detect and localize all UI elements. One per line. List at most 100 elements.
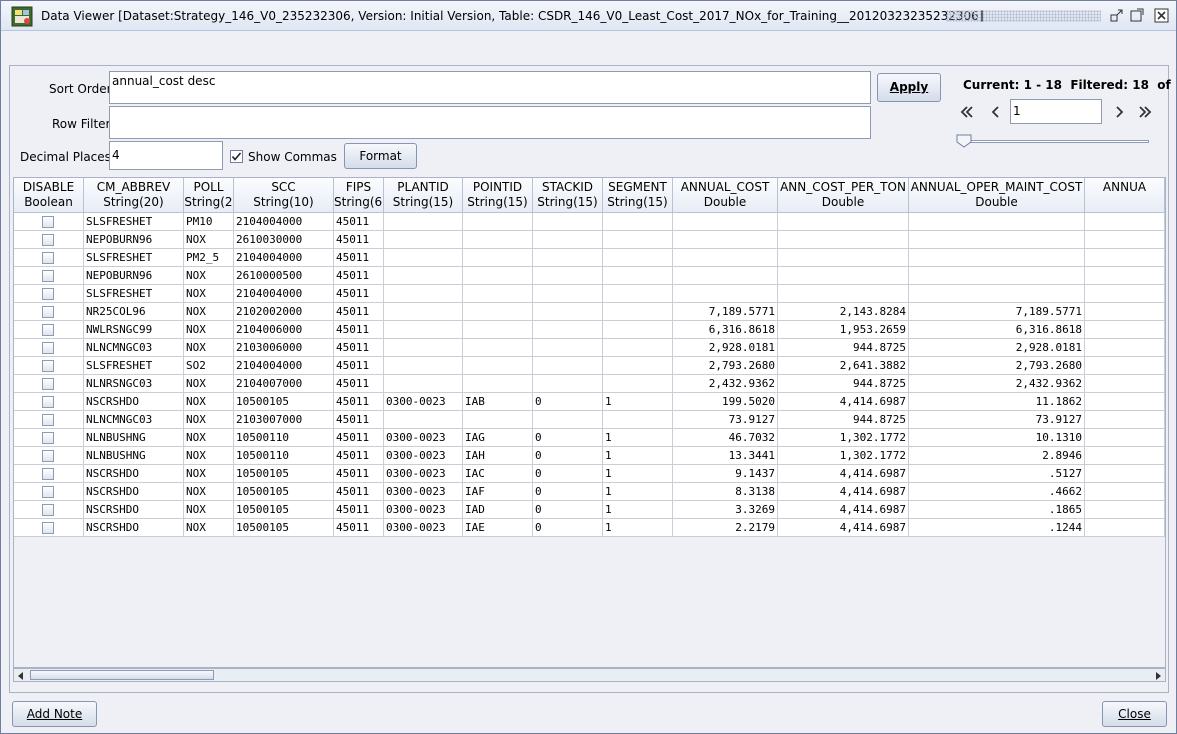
table-cell[interactable]: [463, 285, 533, 303]
disable-checkbox[interactable]: [42, 504, 54, 516]
table-cell[interactable]: 45011: [334, 231, 384, 249]
table-cell[interactable]: 45011: [334, 483, 384, 501]
table-cell[interactable]: 7,189.5771: [909, 303, 1085, 321]
table-cell[interactable]: [14, 249, 84, 267]
table-cell[interactable]: 45011: [334, 321, 384, 339]
table-cell[interactable]: 0300-0023: [384, 483, 463, 501]
table-cell[interactable]: [384, 321, 463, 339]
table-row[interactable]: NLNCMNGC03 NOX 2103007000 45011 73.9127 944.8…: [14, 411, 1165, 429]
column-header-poll[interactable]: POLL String(2: [184, 178, 234, 213]
table-cell[interactable]: IAB: [463, 393, 533, 411]
table-cell[interactable]: 0: [533, 483, 603, 501]
table-cell[interactable]: [533, 375, 603, 393]
table-cell[interactable]: PM10: [184, 213, 234, 231]
table-row[interactable]: NWLRSNGC99 NOX 2104006000 45011 6,316.8618 1,…: [14, 321, 1165, 339]
column-header-fips[interactable]: FIPS String(6): [334, 178, 384, 213]
table-cell[interactable]: [1085, 483, 1165, 501]
table-cell[interactable]: 2104007000: [234, 375, 334, 393]
table-cell[interactable]: [14, 357, 84, 375]
table-cell[interactable]: [778, 213, 909, 231]
table-cell[interactable]: NEPOBURN96: [84, 267, 184, 285]
table-row[interactable]: NEPOBURN96 NOX 2610000500 45011: [14, 267, 1165, 285]
table-cell[interactable]: 45011: [334, 429, 384, 447]
table-cell[interactable]: [533, 303, 603, 321]
table-cell[interactable]: [463, 303, 533, 321]
disable-checkbox[interactable]: [42, 360, 54, 372]
table-cell[interactable]: 45011: [334, 411, 384, 429]
column-header-disable[interactable]: DISABLE Boolean: [14, 178, 84, 213]
table-cell[interactable]: 45011: [334, 519, 384, 537]
table-cell[interactable]: [673, 267, 778, 285]
table-cell[interactable]: 10.1310: [909, 429, 1085, 447]
table-cell[interactable]: 10500105: [234, 483, 334, 501]
table-cell[interactable]: 2,928.0181: [673, 339, 778, 357]
table-cell[interactable]: [463, 357, 533, 375]
table-cell[interactable]: NSCRSHDO: [84, 483, 184, 501]
disable-checkbox[interactable]: [42, 378, 54, 390]
table-cell[interactable]: [533, 285, 603, 303]
table-cell[interactable]: 73.9127: [909, 411, 1085, 429]
table-cell[interactable]: [1085, 447, 1165, 465]
table-cell[interactable]: 1: [603, 465, 673, 483]
table-cell[interactable]: [1085, 285, 1165, 303]
column-header-segment[interactable]: SEGMENT String(15): [603, 178, 673, 213]
table-cell[interactable]: 2.2179: [673, 519, 778, 537]
table-row[interactable]: NLNCMNGC03 NOX 2103006000 45011 2,928.0181 94…: [14, 339, 1165, 357]
table-cell[interactable]: [14, 465, 84, 483]
disable-checkbox[interactable]: [42, 324, 54, 336]
table-cell[interactable]: NOX: [184, 321, 234, 339]
table-cell[interactable]: [384, 339, 463, 357]
table-cell[interactable]: 0: [533, 465, 603, 483]
table-cell[interactable]: [463, 339, 533, 357]
disable-checkbox[interactable]: [42, 252, 54, 264]
table-cell[interactable]: 45011: [334, 465, 384, 483]
disable-checkbox[interactable]: [42, 288, 54, 300]
table-cell[interactable]: NLNCMNGC03: [84, 339, 184, 357]
table-row[interactable]: SLSFRESHET SO2 2104004000 45011 2,793.2680 2,…: [14, 357, 1165, 375]
table-cell[interactable]: [533, 339, 603, 357]
table-cell[interactable]: SLSFRESHET: [84, 213, 184, 231]
table-row[interactable]: NSCRSHDO NOX 10500105 45011 0300-0023 IAD 0 1 3.…: [14, 501, 1165, 519]
disable-checkbox[interactable]: [42, 432, 54, 444]
table-cell[interactable]: 45011: [334, 303, 384, 321]
table-cell[interactable]: [1085, 465, 1165, 483]
table-cell[interactable]: NSCRSHDO: [84, 519, 184, 537]
table-cell[interactable]: [14, 501, 84, 519]
table-cell[interactable]: NOX: [184, 231, 234, 249]
table-row[interactable]: NR25COL96 NOX 2102002000 45011 7,189.5771 2,1…: [14, 303, 1165, 321]
table-cell[interactable]: [778, 285, 909, 303]
table-cell[interactable]: NOX: [184, 339, 234, 357]
table-cell[interactable]: NOX: [184, 393, 234, 411]
table-cell[interactable]: [673, 285, 778, 303]
table-cell[interactable]: [778, 267, 909, 285]
table-cell[interactable]: NOX: [184, 519, 234, 537]
column-header-pointid[interactable]: POINTID String(15): [463, 178, 533, 213]
disable-checkbox[interactable]: [42, 342, 54, 354]
table-cell[interactable]: [603, 411, 673, 429]
table-cell[interactable]: NOX: [184, 303, 234, 321]
table-cell[interactable]: 1,302.1772: [778, 447, 909, 465]
table-cell[interactable]: [533, 357, 603, 375]
table-cell[interactable]: [14, 447, 84, 465]
first-page-icon[interactable]: [957, 103, 977, 121]
table-cell[interactable]: [14, 429, 84, 447]
table-row[interactable]: NEPOBURN96 NOX 2610030000 45011: [14, 231, 1165, 249]
scroll-left-icon[interactable]: [16, 671, 26, 681]
table-cell[interactable]: NOX: [184, 429, 234, 447]
table-cell[interactable]: [603, 285, 673, 303]
table-cell[interactable]: [533, 249, 603, 267]
table-cell[interactable]: [1085, 501, 1165, 519]
table-cell[interactable]: .1865: [909, 501, 1085, 519]
table-cell[interactable]: 944.8725: [778, 375, 909, 393]
table-cell[interactable]: 10500105: [234, 501, 334, 519]
table-cell[interactable]: SLSFRESHET: [84, 285, 184, 303]
table-cell[interactable]: [463, 375, 533, 393]
table-cell[interactable]: 0: [533, 393, 603, 411]
table-cell[interactable]: NSCRSHDO: [84, 501, 184, 519]
table-cell[interactable]: 2,641.3882: [778, 357, 909, 375]
table-cell[interactable]: 2103007000: [234, 411, 334, 429]
table-cell[interactable]: 1,302.1772: [778, 429, 909, 447]
table-cell[interactable]: 4,414.6987: [778, 393, 909, 411]
table-cell[interactable]: IAH: [463, 447, 533, 465]
table-cell[interactable]: NOX: [184, 375, 234, 393]
